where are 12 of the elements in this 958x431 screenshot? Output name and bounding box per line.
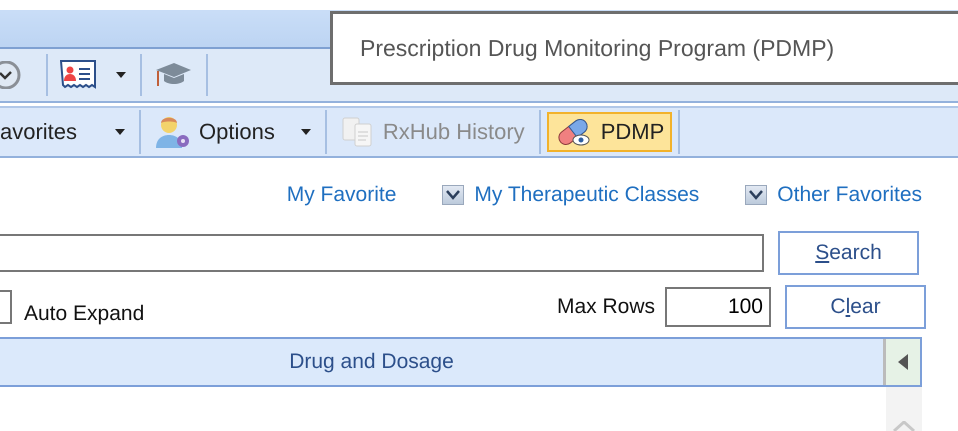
max-rows-field[interactable]: 100 <box>665 287 771 327</box>
clear-button[interactable]: Clear <box>785 285 926 329</box>
checkbox-label: Auto Expand <box>24 302 144 326</box>
window-title: Prescription Drug Monitoring Program (PDMP) <box>360 34 834 62</box>
field-label: Max Rows <box>556 295 655 319</box>
toolbar-button[interactable]: Options <box>147 112 283 152</box>
favorites-link[interactable]: Other Favorites <box>777 183 922 207</box>
toolbar-button[interactable]: PDMP <box>546 112 672 152</box>
search-button[interactable]: Search <box>778 231 919 275</box>
favorites-link[interactable]: My Therapeutic Classes <box>474 183 700 207</box>
favorites-link[interactable]: My Favorite <box>286 183 396 207</box>
toolbar-button[interactable]: avorites <box>0 112 98 152</box>
